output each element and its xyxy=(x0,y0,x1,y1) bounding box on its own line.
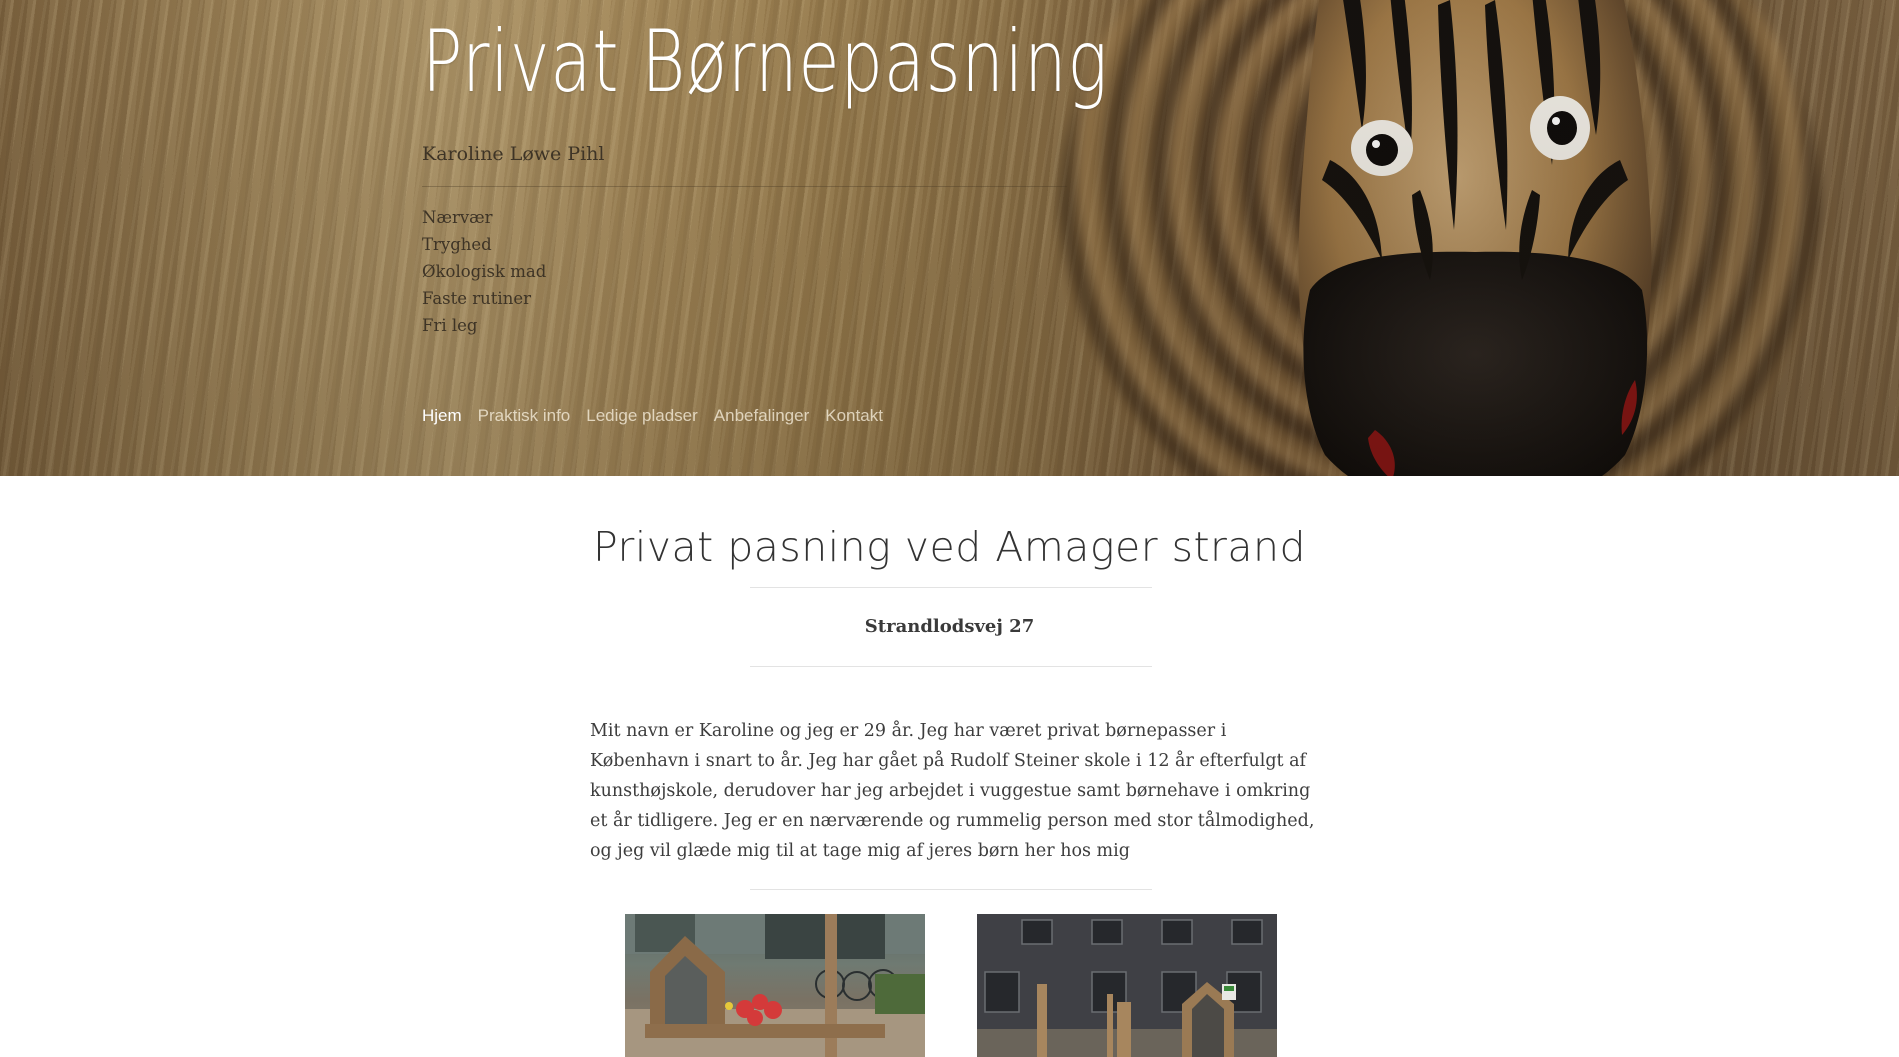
page-title: Privat pasning ved Amager strand xyxy=(592,523,1307,571)
playground-photo-1[interactable] xyxy=(625,914,925,1057)
header-divider xyxy=(422,186,1067,187)
value-item: Økologisk mad xyxy=(422,262,547,281)
intro-paragraph: Mit navn er Karoline og jeg er 29 år. Je… xyxy=(590,721,1315,861)
hero-header: Privat Børnepasning Karoline Løwe Pihl N… xyxy=(0,0,1899,476)
value-item: Nærvær xyxy=(422,208,493,227)
nav-link-ledige-pladser[interactable]: Ledige pladser xyxy=(586,406,698,426)
value-item: Faste rutiner xyxy=(422,289,531,308)
site-subtitle: Karoline Løwe Pihl xyxy=(422,143,605,165)
title-divider xyxy=(750,587,1152,588)
main-nav: Hjem Praktisk info Ledige pladser Anbefa… xyxy=(422,406,883,426)
site-title: Privat Børnepasning xyxy=(422,12,1109,112)
value-item: Fri leg xyxy=(422,316,478,335)
value-item: Tryghed xyxy=(422,235,492,254)
values-list: Nærvær Tryghed Økologisk mad Faste rutin… xyxy=(422,204,546,339)
main-content: Privat pasning ved Amager strand Strandl… xyxy=(0,476,1899,1057)
nav-link-kontakt[interactable]: Kontakt xyxy=(825,406,883,426)
nav-link-hjem[interactable]: Hjem xyxy=(422,406,462,426)
nav-link-praktisk-info[interactable]: Praktisk info xyxy=(478,406,571,426)
page: Privat Børnepasning Karoline Løwe Pihl N… xyxy=(0,0,1899,1057)
playground-photo-2-graphic xyxy=(977,914,1277,1057)
nav-link-anbefalinger[interactable]: Anbefalinger xyxy=(714,406,809,426)
playground-photo-2[interactable] xyxy=(977,914,1277,1057)
playground-photo-1-graphic xyxy=(625,914,925,1057)
address-divider xyxy=(750,666,1152,667)
address-text: Strandlodsvej 27 xyxy=(864,616,1035,637)
intro-divider xyxy=(750,889,1152,890)
